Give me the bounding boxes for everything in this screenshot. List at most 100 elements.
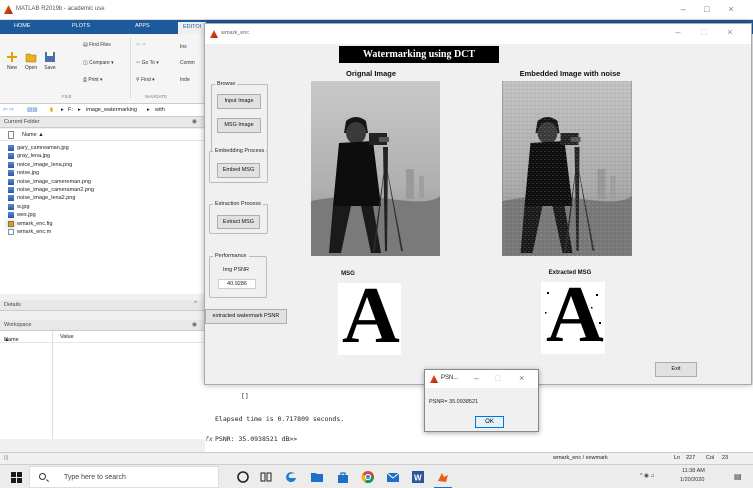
tab-home[interactable]: HOME <box>14 23 31 29</box>
print-button[interactable]: ⎙ Print ▾ <box>83 77 103 83</box>
find-button[interactable]: ⚲ Find ▾ <box>136 77 155 83</box>
path-arrow-icon: ▸ <box>78 107 81 113</box>
find-files-button[interactable]: ▤ Find Files <box>83 42 111 48</box>
folder-up-icon[interactable]: ▧▧ <box>27 107 37 113</box>
path-more[interactable]: with <box>155 107 165 113</box>
close-icon[interactable]: × <box>519 373 524 383</box>
input-image-button[interactable]: Input Image <box>217 94 261 109</box>
maximize-icon[interactable]: □ <box>695 27 713 37</box>
indent-button[interactable]: Inde <box>180 77 190 83</box>
taskbar-search-box[interactable]: Type here to search <box>29 466 219 488</box>
status-col-number: 23 <box>722 455 729 461</box>
tab-apps[interactable]: APPS <box>135 23 150 29</box>
details-header[interactable]: Details ^ <box>0 300 205 311</box>
dialog-title: PSN... <box>441 375 459 381</box>
psnr-dialog: PSN... – □ × PSNR= 35.0938521 OK <box>424 369 539 432</box>
group-label-file: FILE <box>62 94 72 99</box>
address-bar[interactable]: ⇦ ⇨ ▧▧ ▮ ▸ F: ▸ image_watermarking ▸ wit… <box>0 104 205 117</box>
minimize-icon[interactable]: – <box>673 4 693 14</box>
extracted-watermark-psnr-button[interactable]: extracted watermark PSNR <box>205 309 287 324</box>
file-list-item[interactable]: wex.jpg <box>0 211 205 219</box>
open-button[interactable]: Open <box>23 51 39 71</box>
cortana-icon[interactable] <box>236 470 250 484</box>
close-icon[interactable]: × <box>721 4 741 14</box>
path-drive[interactable]: F: <box>68 107 73 113</box>
mail-icon[interactable] <box>386 470 400 484</box>
tray-time[interactable]: 11:38 AM <box>682 468 705 474</box>
browse-group: Browse Input Image MSG Image <box>211 81 268 152</box>
tab-plots[interactable]: PLOTS <box>72 23 90 29</box>
task-view-icon[interactable] <box>259 470 273 484</box>
extract-msg-button[interactable]: Extract MSG <box>217 215 260 229</box>
browse-group-title: Browse <box>215 81 238 87</box>
embed-msg-button[interactable]: Embed MSG <box>217 163 260 178</box>
figure-window: wmark_enc – □ × Watermarking using DCT O… <box>204 23 752 385</box>
workspace-panel: Name ▲ Value <box>0 331 205 439</box>
file-list-item[interactable]: wmark_enc.m <box>0 228 205 236</box>
file-list-item[interactable]: noise_image_cameraman2.png <box>0 186 205 194</box>
chevron-up-icon[interactable]: ^ <box>194 301 197 307</box>
nav-arrows-icon[interactable]: ⇦ ⇨ <box>3 107 14 113</box>
current-folder-title: Current Folder <box>4 119 40 125</box>
file-list-item[interactable]: noise_image_lena2.png <box>0 194 205 202</box>
column-divider <box>52 331 53 439</box>
file-list-item[interactable]: noice_image_lena.png <box>0 161 205 169</box>
save-button[interactable]: Save <box>42 51 58 71</box>
original-image <box>311 81 440 256</box>
file-list-item[interactable]: gray_lena.jpg <box>0 152 205 160</box>
comment-button[interactable]: Comm <box>180 60 195 66</box>
go-to-button[interactable]: ⇨ Go To ▾ <box>136 60 159 66</box>
store-icon[interactable] <box>336 470 350 484</box>
file-name: noise_image_cameraman2.png <box>17 186 95 193</box>
image-file-icon <box>8 178 14 185</box>
search-icon <box>39 473 46 480</box>
file-list-item[interactable]: wmark_enc.fig <box>0 220 205 228</box>
tab-editor[interactable]: EDITOI <box>178 22 207 34</box>
minimize-icon[interactable]: – <box>474 373 479 383</box>
back-forward-icon[interactable]: ⇦ ⇨ <box>136 42 146 48</box>
extraction-group: Extraction Process Extract MSG <box>209 201 268 234</box>
svg-text:W: W <box>414 474 422 483</box>
tray-date[interactable]: 1/20/2020 <box>680 477 704 483</box>
compare-button[interactable]: ◫ Compare ▾ <box>83 60 114 66</box>
image-file-icon <box>8 153 14 160</box>
edge-browser-icon[interactable] <box>284 470 298 484</box>
tray-icons[interactable]: ^ ◉ ♫ <box>640 473 655 479</box>
status-line-label: Ln <box>674 455 681 461</box>
chrome-icon[interactable] <box>361 470 375 484</box>
file-list-item[interactable]: gary_camreaman.jpg <box>0 144 205 152</box>
ws-value-column[interactable]: Value <box>60 334 74 340</box>
msg-image-button[interactable]: MSG Image <box>217 118 261 133</box>
insert-button[interactable]: Ins <box>180 44 187 50</box>
word-icon[interactable]: W <box>411 470 425 484</box>
command-prompt-line[interactable]: PSNR: 35.0938521 dB>> <box>215 435 297 443</box>
status-line-number: 227 <box>686 455 696 461</box>
panel-menu-icon[interactable]: ◉ <box>192 321 197 328</box>
windows-start-icon[interactable] <box>11 472 22 483</box>
maximize-icon[interactable]: □ <box>495 373 500 383</box>
path-folder[interactable]: image_watermarking <box>86 107 137 113</box>
matlab-logo-icon <box>430 375 438 383</box>
file-list-item[interactable]: w.jpg <box>0 203 205 211</box>
file-list-item[interactable]: noise_image_camereman.png <box>0 178 205 186</box>
file-name: noise.jpg <box>17 170 40 177</box>
windows-taskbar: Type here to search W ^ ◉ ♫ 11:38 AM 1/2… <box>0 464 753 488</box>
notification-icon[interactable]: ▤ <box>734 472 742 481</box>
name-column-header[interactable]: Name ▲ <box>0 129 205 141</box>
file-list-item[interactable]: noise.jpg <box>0 169 205 177</box>
close-icon[interactable]: × <box>721 27 739 37</box>
panel-menu-icon[interactable]: ◉ <box>192 118 197 125</box>
maximize-icon[interactable]: □ <box>697 4 717 14</box>
workspace-header: Workspace ◉ <box>0 320 205 331</box>
path-arrow-icon: ▸ <box>147 107 150 113</box>
function-browser-icon[interactable]: fx <box>205 435 213 443</box>
exit-button[interactable]: Exit <box>655 362 697 377</box>
minimize-icon[interactable]: – <box>669 27 687 37</box>
new-button[interactable]: New <box>4 51 20 71</box>
ok-button[interactable]: OK <box>475 416 504 428</box>
file-explorer-icon[interactable] <box>310 470 324 484</box>
matlab-taskbar-icon[interactable] <box>436 470 450 484</box>
image-file-icon <box>8 195 14 202</box>
workspace-title: Workspace <box>4 322 32 328</box>
performance-group: Performance Img PSNR 40.9286 <box>209 253 267 298</box>
